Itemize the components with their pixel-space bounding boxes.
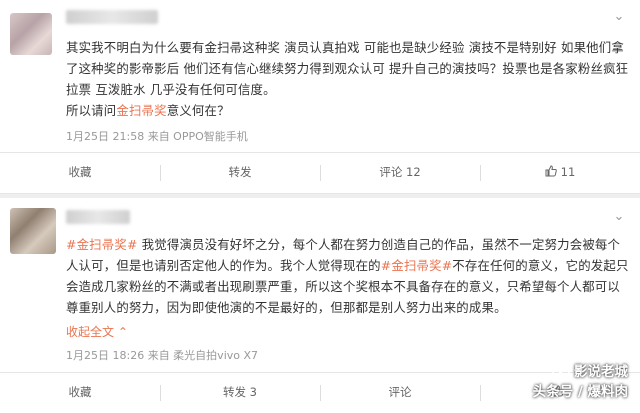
comment-button[interactable]: 评论 — [320, 373, 480, 411]
comment-text: #金扫帚奖# 我觉得演员没有好坏之分，每个人都在努力创造自己的作品，虽然不一定努… — [66, 234, 632, 318]
post-meta: 1月25日 18:26 来自 柔光自拍vivo X7 — [66, 349, 259, 362]
comment-card-1: ⌄ 其实我不明白为什么要有金扫帚这种奖 演员认真拍戏 可能也是缺少经验 演技不是… — [0, 0, 640, 152]
comment-text-part: 意义何在？ — [166, 103, 230, 118]
comment-button[interactable]: 评论 12 — [320, 153, 480, 191]
avatar[interactable] — [10, 13, 52, 55]
comment-text: 其实我不明白为什么要有金扫帚这种奖 演员认真拍戏 可能也是缺少经验 演技不是特别… — [66, 37, 632, 121]
hashtag-link[interactable]: 金扫帚奖 — [116, 103, 166, 118]
watermark-subtitle: 头条号 / 爆料肉 — [532, 384, 628, 400]
favorite-button[interactable]: 收藏 — [0, 153, 160, 191]
collapse-label: 收起全文 — [66, 325, 115, 339]
post-meta: 1月25日 21:58 来自 OPPO智能手机 — [66, 130, 248, 143]
watermark: 影说老城 头条号 / 爆料肉 — [533, 362, 628, 402]
video-logo-icon — [552, 362, 570, 380]
watermark-title: 影说老城 — [574, 364, 628, 380]
username-blurred[interactable] — [66, 210, 130, 224]
avatar[interactable] — [10, 208, 56, 254]
chevron-down-icon[interactable]: ⌄ — [612, 10, 626, 24]
comment-count: 评论 12 — [379, 165, 421, 179]
like-count: 11 — [560, 165, 576, 179]
hashtag-link[interactable]: #金扫帚奖# — [66, 237, 138, 252]
favorite-button[interactable]: 收藏 — [0, 373, 160, 411]
action-bar: 收藏 转发 评论 12 11 — [0, 152, 640, 194]
collapse-text-link[interactable]: 收起全文 ⌃ — [66, 323, 128, 340]
hashtag-link[interactable]: #金扫帚奖# — [381, 258, 453, 273]
repost-button[interactable]: 转发 — [160, 153, 320, 191]
username-blurred[interactable] — [66, 10, 158, 24]
comment-text-part: 其实我不明白为什么要有金扫帚这种奖 演员认真拍戏 可能也是缺少经验 演技不是特别… — [66, 40, 629, 97]
comment-text-part: 所以请问 — [66, 103, 117, 118]
thumbs-up-icon — [545, 165, 557, 177]
like-button[interactable]: 11 — [480, 153, 640, 191]
repost-button[interactable]: 转发 3 — [160, 373, 320, 411]
chevron-down-icon[interactable]: ⌄ — [612, 210, 626, 224]
